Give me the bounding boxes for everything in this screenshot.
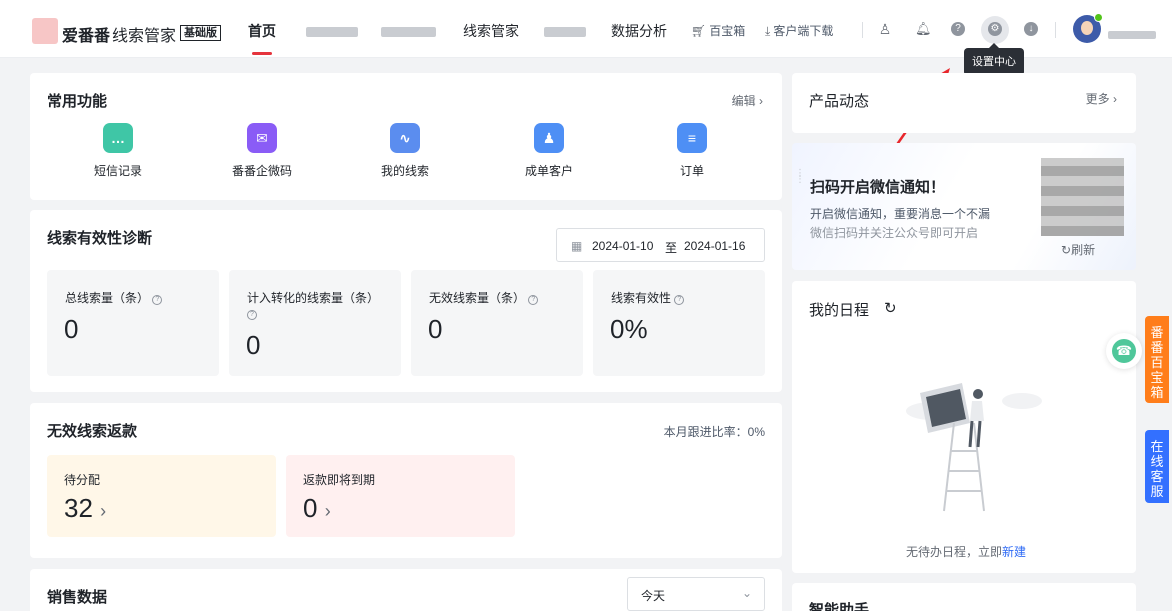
chevron-down-icon: ⌄ [741, 586, 752, 600]
help-icon: ? [674, 295, 685, 305]
nav-leads-manager[interactable]: 线索管家 [463, 21, 519, 41]
download-client-link[interactable]: ⤓ 客户端下载 [765, 22, 833, 39]
stat-invalid-leads: 无效线索量（条） ? 0 [411, 270, 583, 376]
function-sms-record[interactable]: … 短信记录 [78, 123, 158, 179]
phone-call-button[interactable]: ☎ [1106, 333, 1142, 369]
order-icon: ≡ [677, 123, 707, 153]
calendar-icon: ▦ [571, 239, 583, 253]
phone-icon: ☎ [1112, 339, 1136, 363]
nav-item-blurred[interactable] [544, 27, 586, 37]
function-wecom-code[interactable]: ✉ 番番企微码 [222, 123, 302, 179]
chevron-right-icon: › [1113, 92, 1117, 106]
product-name: 线索管家 [112, 28, 177, 45]
message-icon: … [103, 123, 133, 153]
nav-data-analysis[interactable]: 数据分析 [611, 21, 667, 41]
chevron-right-icon: › [759, 94, 763, 108]
refresh-icon: ↻ [1061, 243, 1072, 257]
help-icon: ? [247, 310, 257, 320]
smart-assistant-card: 智能助手 [792, 583, 1136, 611]
drag-handle-icon[interactable]: ⋮ ⋮ [795, 169, 805, 185]
download-icon: ⤓ [765, 24, 771, 38]
settings-icon[interactable]: ⚙ [988, 22, 1002, 36]
date-range-picker[interactable]: ▦ 2024-01-10 至 2024-01-16 [556, 228, 765, 262]
online-service-side-tab[interactable]: 在线客服 [1145, 430, 1169, 503]
baibaoxiang-link[interactable]: 🛒︎ 百宝箱 [691, 22, 745, 39]
edit-link[interactable]: 编辑 › [732, 92, 763, 109]
divider [1055, 22, 1056, 38]
function-my-leads[interactable]: ∿ 我的线索 [365, 123, 445, 179]
card-title: 线索有效性诊断 [47, 230, 153, 247]
schedule-card: 我的日程 ↻ 无待办日程，立即新建 [792, 281, 1136, 573]
stat-converted-leads: 计入转化的线索量（条）? 0 [229, 270, 401, 376]
online-status-dot [1094, 13, 1103, 22]
wecom-code-icon: ✉ [247, 123, 277, 153]
brand-name: 爱番番 [62, 28, 111, 45]
help-icon: ? [528, 295, 539, 305]
refund-expiring-box[interactable]: 返款即将到期 0 › [286, 455, 515, 537]
more-link[interactable]: 更多 › [1086, 90, 1117, 107]
card-title: 常用功能 [47, 93, 108, 110]
function-closed-customers[interactable]: ♟ 成单客户 [509, 123, 589, 179]
help-icon: ? [152, 295, 163, 305]
stat-total-leads: 总线索量（条） ? 0 [47, 270, 219, 376]
baibaoxiang-side-tab[interactable]: 番番百宝箱 [1145, 316, 1169, 403]
period-select[interactable]: 今天 ⌄ [627, 577, 765, 611]
chevron-right-icon: › [324, 501, 331, 521]
username-blurred[interactable] [1108, 31, 1156, 39]
chevron-right-icon: › [100, 501, 107, 521]
card-title: 产品动态 [809, 93, 870, 110]
card-title: 无效线索返款 [47, 423, 138, 440]
pending-allocation-box[interactable]: 待分配 32 › [47, 455, 276, 537]
nav-item-blurred[interactable] [381, 27, 436, 37]
customer-icon: ♟ [534, 123, 564, 153]
logo-icon [32, 18, 58, 44]
help-icon[interactable]: ? [951, 22, 965, 36]
refresh-icon[interactable]: ↻ [884, 299, 897, 317]
card-title: 智能助手 [809, 602, 870, 611]
card-title: 我的日程 [809, 302, 870, 319]
nav-active-indicator [252, 52, 272, 55]
function-orders[interactable]: ≡ 订单 [652, 123, 732, 179]
nav-item-blurred[interactable] [306, 27, 358, 37]
edition-badge: 基础版 [180, 25, 221, 41]
nav-home[interactable]: 首页 [248, 21, 276, 41]
stat-lead-validity: 线索有效性 ? 0% [593, 270, 765, 376]
refresh-qr-button[interactable]: ↻刷新 [1061, 241, 1095, 258]
cart-icon: 🛒︎ [691, 24, 707, 38]
arrow-down-icon[interactable]: ↓ [1024, 22, 1038, 36]
create-schedule-link[interactable]: 新建 [1002, 545, 1026, 559]
bell-icon[interactable]: 🔔︎ [915, 22, 932, 36]
card-title: 销售数据 [47, 589, 108, 606]
empty-schedule-illustration [906, 383, 1042, 512]
qr-code-image [1041, 158, 1124, 236]
user-icon[interactable]: ♙ [878, 22, 892, 36]
leads-icon: ∿ [390, 123, 420, 153]
settings-tooltip: 设置中心 [964, 43, 1024, 76]
product-news-card: 产品动态 更多 › [792, 73, 1136, 133]
followup-rate: 本月跟进比率：0% [663, 425, 765, 439]
divider [862, 22, 863, 38]
common-functions-card: 常用功能 编辑 › … 短信记录 ✉ 番番企微码 ∿ 我的线索 ♟ 成单客户 ≡… [30, 73, 782, 200]
